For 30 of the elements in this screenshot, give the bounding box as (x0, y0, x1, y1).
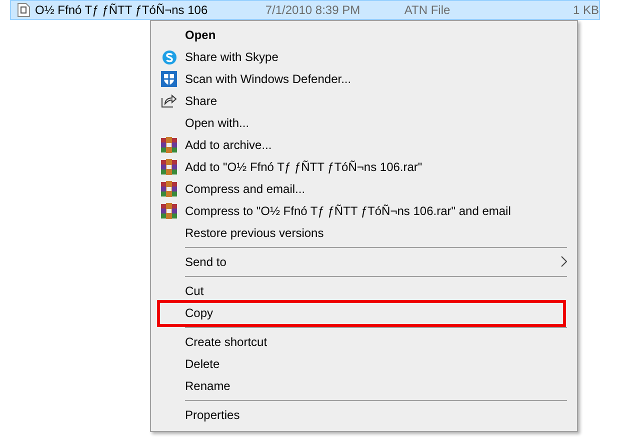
menu-item[interactable]: Restore previous versions (185, 226, 324, 240)
share-icon (161, 94, 177, 108)
file-type: ATN File (404, 3, 452, 17)
shield-icon (161, 71, 177, 87)
menu-item[interactable]: Compress and email... (185, 182, 306, 196)
menu-item[interactable]: Share (185, 94, 218, 108)
menu-item[interactable]: Properties (185, 408, 240, 422)
file-size: 1 KB (572, 3, 599, 17)
menu-item[interactable]: Rename (185, 379, 230, 393)
chat-bubble-icon (162, 50, 176, 64)
menu-item[interactable]: Add to archive... (185, 138, 272, 152)
books-icon (161, 203, 177, 219)
menu-item[interactable]: Open with... (185, 116, 250, 130)
books-icon (161, 181, 177, 197)
menu-item[interactable]: Send to (185, 255, 226, 269)
menu-item[interactable]: Add to "O½ Ffnó Tƒ ƒÑTT ƒTóÑ¬ns 106.rar" (185, 160, 422, 174)
books-icon (161, 159, 177, 175)
file-date: 7/1/2010 8:39 PM (265, 3, 362, 17)
menu-item[interactable]: Open (185, 28, 216, 42)
menu-item[interactable]: Scan with Windows Defender... (185, 72, 352, 86)
menu-item[interactable]: Delete (185, 357, 220, 371)
file-name: O½ Ffnó Tƒ ƒÑTT ƒTóÑ¬ns 106 (35, 3, 209, 17)
file-row[interactable]: O½ Ffnó Tƒ ƒÑTT ƒTóÑ¬ns 106 7/1/2010 8:39 PM ATN File 1 KB (10, 0, 600, 20)
menu-item[interactable]: Share with Skype (185, 50, 278, 64)
menu-item[interactable]: Cut (185, 284, 204, 298)
menu-item[interactable]: Copy (185, 306, 214, 320)
books-icon (161, 137, 177, 153)
file-icon (17, 3, 30, 17)
menu-item[interactable]: Create shortcut (185, 335, 268, 349)
menu-item[interactable]: Compress to "O½ Ffnó Tƒ ƒÑTT ƒTóÑ¬ns 106.rar" and email (185, 204, 511, 218)
